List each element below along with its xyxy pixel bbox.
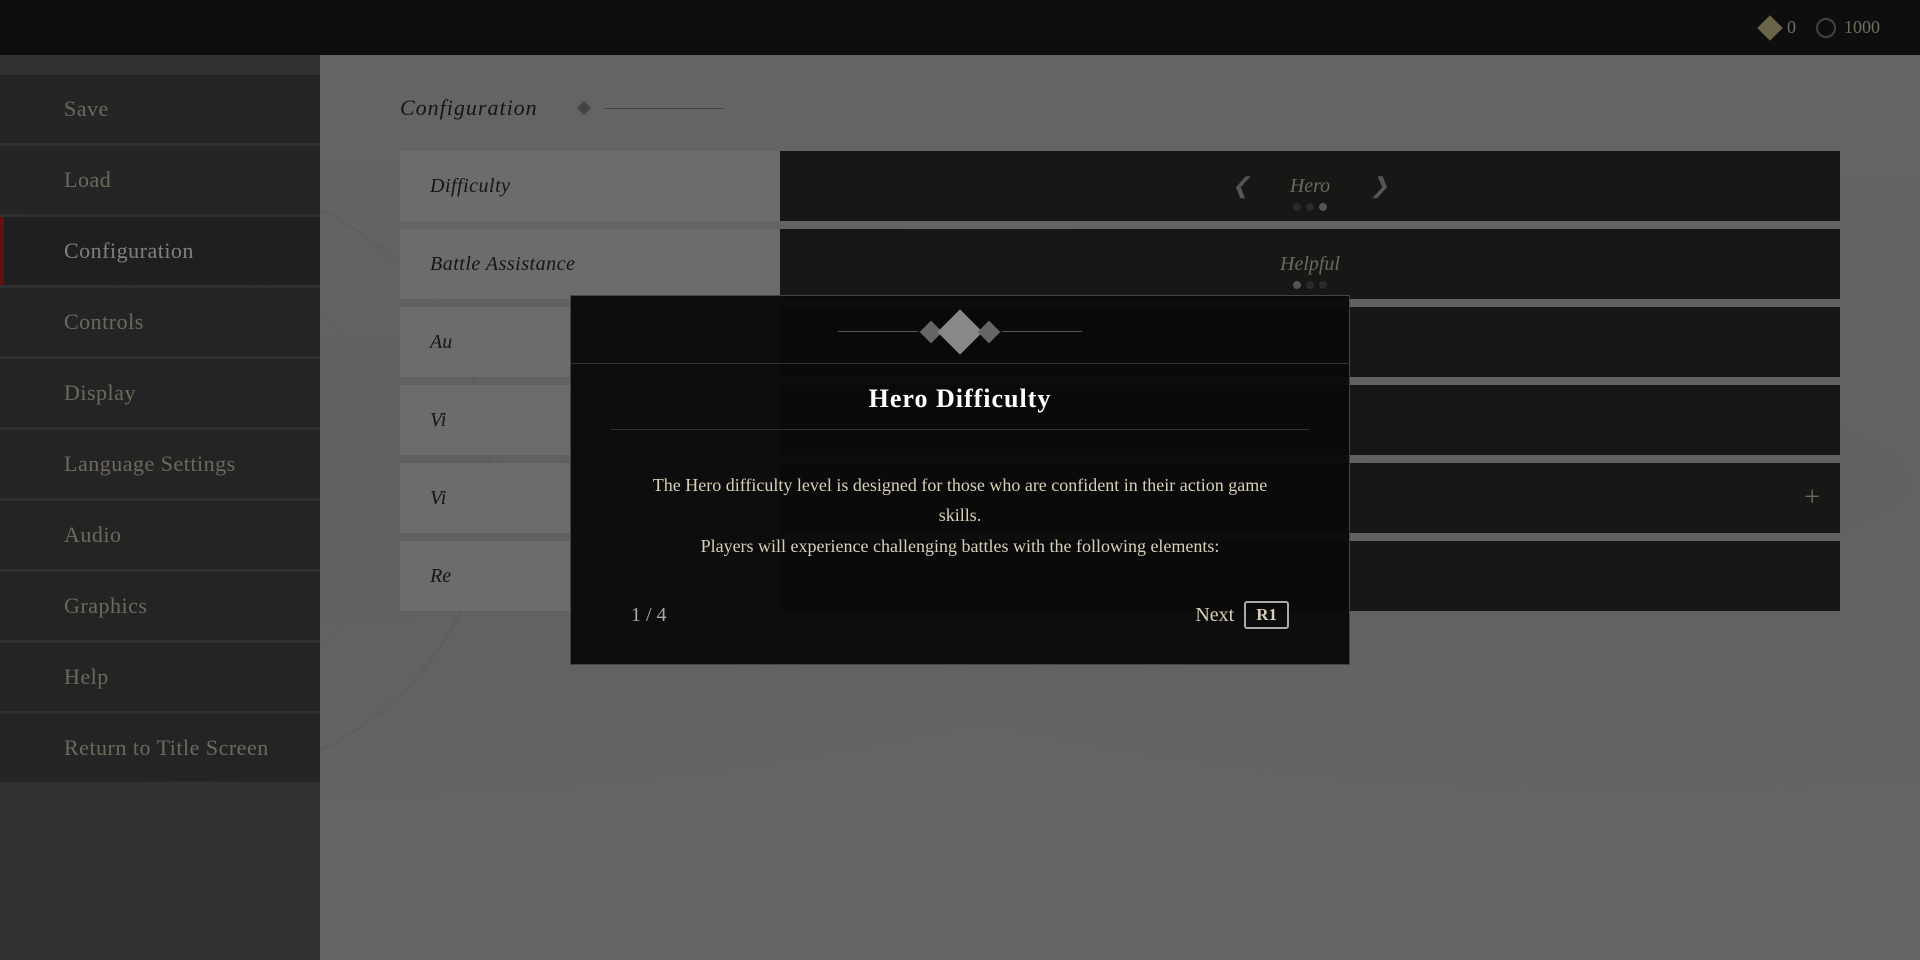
r1-badge: R1 [1244,601,1289,629]
modal-next-button[interactable]: Next R1 [1195,601,1289,629]
modal-footer: 1 / 4 Next R1 [571,581,1349,634]
modal-title: Hero Difficulty [571,364,1349,424]
deco-line-left [838,331,918,332]
deco-diamond-center [937,309,982,354]
modal-description: The Hero difficulty level is designed fo… [631,470,1289,562]
modal-diamond-decoration [838,316,1082,348]
modal-overlay: Hero Difficulty The Hero difficulty leve… [0,0,1920,960]
modal-dialog: Hero Difficulty The Hero difficulty leve… [570,295,1350,666]
deco-diamond-right [978,320,1001,343]
modal-top-decoration [571,296,1349,364]
modal-page-indicator: 1 / 4 [631,604,667,627]
modal-body: The Hero difficulty level is designed fo… [571,460,1349,582]
deco-line-right [1002,331,1082,332]
modal-next-label: Next [1195,604,1234,627]
modal-separator [611,429,1309,430]
